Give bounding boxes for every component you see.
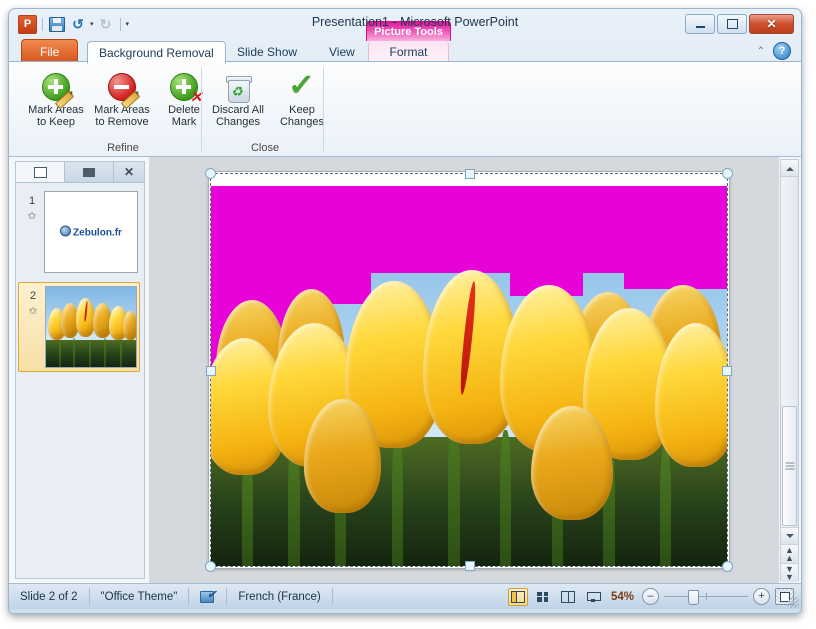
thumbnail-meta: 2 ✩ — [21, 286, 45, 368]
zoom-slider-midpoint — [706, 593, 707, 600]
status-bar: Slide 2 of 2 "Office Theme" ✔ French (Fr… — [9, 583, 801, 609]
language-status[interactable]: French (France) — [227, 588, 333, 605]
mark-remove-icon — [108, 67, 141, 110]
scrollbar-grip-icon — [785, 461, 794, 472]
normal-view-icon — [510, 590, 525, 603]
spellcheck-icon: ✔ — [200, 590, 216, 603]
animation-star-icon: ✩ — [28, 306, 38, 317]
slide-canvas[interactable] — [149, 157, 779, 583]
logo-text: Zebulon.fr — [73, 227, 122, 239]
button-label-line1: Discard All — [212, 104, 264, 116]
previous-slide-button[interactable]: ▲ ▲ — [781, 544, 798, 563]
slide-number: 2 — [29, 290, 37, 302]
mark-areas-to-remove-button[interactable]: Mark Areas to Remove — [89, 65, 155, 137]
tab-background-removal[interactable]: Background Removal — [87, 41, 226, 64]
zoom-out-button[interactable]: – — [642, 588, 659, 605]
outline-tab[interactable] — [65, 162, 114, 182]
discard-all-changes-button[interactable]: ♻ Discard All Changes — [205, 65, 271, 137]
collapse-ribbon-icon[interactable]: ⌃ — [757, 46, 765, 57]
slide-number: 1 — [28, 195, 36, 207]
button-label-line2: to Remove — [95, 116, 149, 128]
slide-counter[interactable]: Slide 2 of 2 — [9, 588, 90, 605]
minimize-button[interactable] — [685, 14, 715, 34]
button-label-line2: Mark — [171, 116, 197, 128]
resize-grip[interactable] — [788, 597, 799, 608]
button-label-line2: Changes — [215, 116, 261, 128]
list-item[interactable]: 1 ✩ Zebulon.fr — [18, 188, 140, 276]
button-label-line2: Changes — [279, 116, 325, 128]
thumbnail-meta: 1 ✩ — [20, 191, 44, 273]
button-label-line1: Keep — [289, 104, 315, 116]
slides-tab[interactable] — [16, 162, 65, 182]
slides-pane: ✕ 1 ✩ Zebulon.fr 2 ✩ — [15, 161, 145, 579]
view-button-slide-sorter[interactable] — [533, 588, 553, 606]
zoom-level[interactable]: 54% — [608, 591, 637, 603]
group-separator — [201, 67, 202, 151]
tab-file[interactable]: File — [21, 39, 79, 63]
view-button-slide-show[interactable] — [583, 588, 603, 606]
vertical-scrollbar[interactable]: ▲ ▲ ▼ ▼ — [780, 159, 799, 582]
close-pane-icon[interactable]: ✕ — [114, 162, 144, 182]
spellcheck-status[interactable]: ✔ — [189, 588, 228, 605]
slide-sorter-icon — [537, 591, 549, 602]
theme-name[interactable]: "Office Theme" — [90, 588, 190, 605]
status-right-group: 54% – + — [507, 587, 801, 606]
close-button[interactable]: ✕ — [749, 14, 794, 34]
list-item[interactable]: 2 ✩ — [18, 282, 140, 372]
scroll-up-button[interactable] — [781, 160, 798, 177]
pane-tabs: ✕ — [16, 162, 144, 183]
title-bar: P ↺ ▾ ↻ ▾ Picture Tools Presentation1 - … — [9, 9, 801, 41]
window-controls: ✕ — [685, 14, 794, 34]
ribbon-group-close: ♻ Discard All Changes ✓ Keep Changes Clo… — [205, 62, 325, 156]
group-label-refine: Refine — [107, 142, 139, 154]
current-slide[interactable] — [208, 171, 730, 569]
animation-star-icon: ✩ — [27, 211, 37, 222]
powerpoint-window: P ↺ ▾ ↻ ▾ Picture Tools Presentation1 - … — [8, 8, 802, 614]
zebulon-logo: Zebulon.fr — [45, 225, 137, 239]
zoom-in-button[interactable]: + — [753, 588, 770, 605]
next-slide-button[interactable]: ▼ ▼ — [781, 563, 798, 582]
slide-thumbnail-list: 1 ✩ Zebulon.fr 2 ✩ — [16, 182, 144, 578]
checkmark-icon: ✓ — [288, 69, 316, 102]
slide-show-icon — [586, 591, 601, 602]
mark-keep-icon — [42, 67, 75, 110]
recycle-bin-icon: ♻ — [226, 67, 252, 103]
button-label-line2: to Keep — [37, 116, 75, 128]
tab-view[interactable]: View — [318, 41, 366, 62]
tab-format[interactable]: Format — [368, 41, 449, 62]
scrollbar-thumb[interactable] — [782, 406, 797, 526]
tulips-image-thumbnail — [46, 287, 136, 367]
reading-view-icon — [560, 590, 575, 603]
gear-icon — [60, 225, 72, 237]
zoom-slider[interactable] — [664, 589, 748, 605]
ribbon: Mark Areas to Keep Mark Areas to Remove … — [9, 62, 801, 157]
slide-thumbnail[interactable]: Zebulon.fr — [44, 191, 138, 273]
group-separator — [323, 67, 324, 151]
workspace: ✕ 1 ✩ Zebulon.fr 2 ✩ ▲ ▲ ▼ ▼ — [9, 157, 801, 583]
ribbon-help-group: ⌃ ? — [757, 42, 791, 60]
zoom-slider-thumb[interactable] — [688, 590, 699, 605]
mark-areas-to-keep-button[interactable]: Mark Areas to Keep — [23, 65, 89, 137]
ribbon-tabs: File Background Removal Slide Show View … — [9, 39, 801, 64]
maximize-button[interactable] — [717, 14, 747, 34]
help-icon[interactable]: ? — [773, 42, 791, 60]
window-title: Presentation1 - Microsoft PowerPoint — [311, 15, 519, 29]
scroll-down-button[interactable] — [781, 527, 798, 544]
tulips-picture[interactable] — [211, 186, 727, 566]
delete-mark-icon: ✕ — [170, 67, 202, 105]
outline-tab-icon — [83, 167, 95, 177]
slide-thumbnail[interactable] — [45, 286, 137, 368]
view-button-reading[interactable] — [558, 588, 578, 606]
ribbon-group-refine: Mark Areas to Keep Mark Areas to Remove … — [23, 62, 223, 156]
view-button-normal[interactable] — [507, 587, 528, 606]
slide-nav-buttons: ▲ ▲ ▼ ▼ — [781, 544, 798, 582]
slides-tab-icon — [33, 166, 47, 178]
tab-slide-show[interactable]: Slide Show — [226, 41, 308, 62]
group-label-close: Close — [250, 142, 280, 154]
